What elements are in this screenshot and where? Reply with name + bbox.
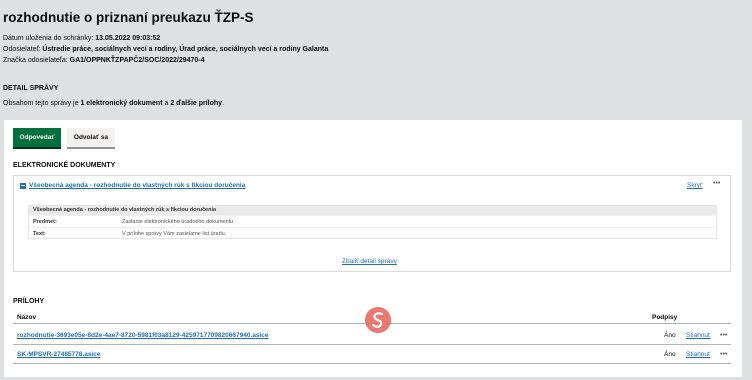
col-name-header: Názov — [17, 314, 37, 321]
attachment-link[interactable]: rozhodnutie-3693e05e-8d2e-4ae7-8720-5981… — [17, 332, 269, 339]
ellipsis-icon[interactable]: ••• — [713, 180, 720, 187]
attachments-heading: PRÍLOHY — [13, 298, 45, 305]
collapse-minus-icon[interactable] — [20, 182, 26, 189]
message-panel: Odpovedať Odvolať sa ELEKTRONICKÉ DOKUME… — [4, 120, 742, 377]
summary-atts-count: 2 ďalšie prílohy — [170, 100, 223, 107]
detail-row-text: Text: V prílohe správy Vám zasielame lis… — [29, 227, 716, 239]
document-title-link[interactable]: Všeobecná agenda - rozhodnutie do vlastn… — [29, 182, 245, 189]
summary-docs-count: 1 elektronický dokument — [80, 100, 163, 107]
collapse-detail-link[interactable]: Zbaliť detail správy — [342, 258, 397, 265]
meta-date-value: 13.05.2022 09:03:52 — [95, 35, 161, 42]
attachment-link[interactable]: SK-MPSVR-27485778.asice — [17, 351, 100, 358]
table-row: SK-MPSVR-27485778.asice Áno Stiahnuť ••• — [13, 346, 731, 364]
signed-value: Áno — [664, 332, 676, 339]
detail-summary: Obsahom tejto správy je 1 elektronický d… — [3, 100, 224, 107]
document-detail-title: Všeobecná agenda - rozhodnutie do vlastn… — [29, 206, 716, 215]
ellipsis-icon[interactable]: ••• — [720, 351, 727, 358]
document-header: Všeobecná agenda - rozhodnutie do vlastn… — [20, 182, 245, 189]
meta-ref-value: GA1/OPPNKŤZPAPČ2/SOC/2022/29470-4 — [69, 57, 205, 64]
summary-mid: a — [164, 100, 169, 107]
meta-date-label: Dátum uloženia do schránky: — [3, 35, 94, 42]
download-link[interactable]: Stiahnuť — [686, 351, 710, 358]
reply-button[interactable]: Odpovedať — [13, 128, 61, 147]
meta-date: Dátum uloženia do schránky: 13.05.2022 0… — [3, 35, 160, 42]
meta-sender-label: Odosielateľ: — [3, 46, 41, 53]
meta-ref: Značka odosielateľa: GA1/OPPNKŤZPAPČ2/SO… — [3, 57, 205, 64]
detail-row-subject: Predmet: Zaslanie elektronického úradnéh… — [29, 215, 716, 227]
watermark-logo-icon — [365, 307, 391, 333]
detail-key: Predmet: — [33, 218, 57, 225]
document-card: Všeobecná agenda - rozhodnutie do vlastn… — [13, 175, 731, 272]
appeal-button[interactable]: Odvolať sa — [67, 128, 115, 147]
summary-end: . — [222, 100, 225, 107]
detail-key: Text: — [33, 230, 46, 237]
detail-heading: DETAIL SPRÁVY — [3, 85, 59, 92]
meta-ref-label: Značka odosielateľa: — [3, 57, 68, 64]
summary-prefix: Obsahom tejto správy je — [3, 100, 79, 107]
download-link[interactable]: Stiahnuť — [686, 332, 710, 339]
ellipsis-icon[interactable]: ••• — [720, 332, 727, 339]
documents-heading: ELEKTRONICKÉ DOKUMENTY — [13, 162, 116, 169]
document-detail: Všeobecná agenda - rozhodnutie do vlastn… — [28, 205, 717, 239]
meta-sender-value: Ústredie práce, sociálnych vecí a rodiny… — [42, 46, 329, 53]
detail-value: Zaslanie elektronického úradného dokumen… — [122, 218, 234, 225]
detail-value: V prílohe správy Vám zasielame list úrad… — [122, 230, 227, 237]
col-signed-header: Podpisy — [652, 314, 678, 321]
hide-document-link[interactable]: Skryť — [687, 182, 702, 189]
page-title: rozhodnutie o priznaní preukazu ŤZP-S — [3, 10, 254, 25]
signed-value: Áno — [664, 351, 676, 358]
meta-sender: Odosielateľ: Ústredie práce, sociálnych … — [3, 46, 328, 53]
